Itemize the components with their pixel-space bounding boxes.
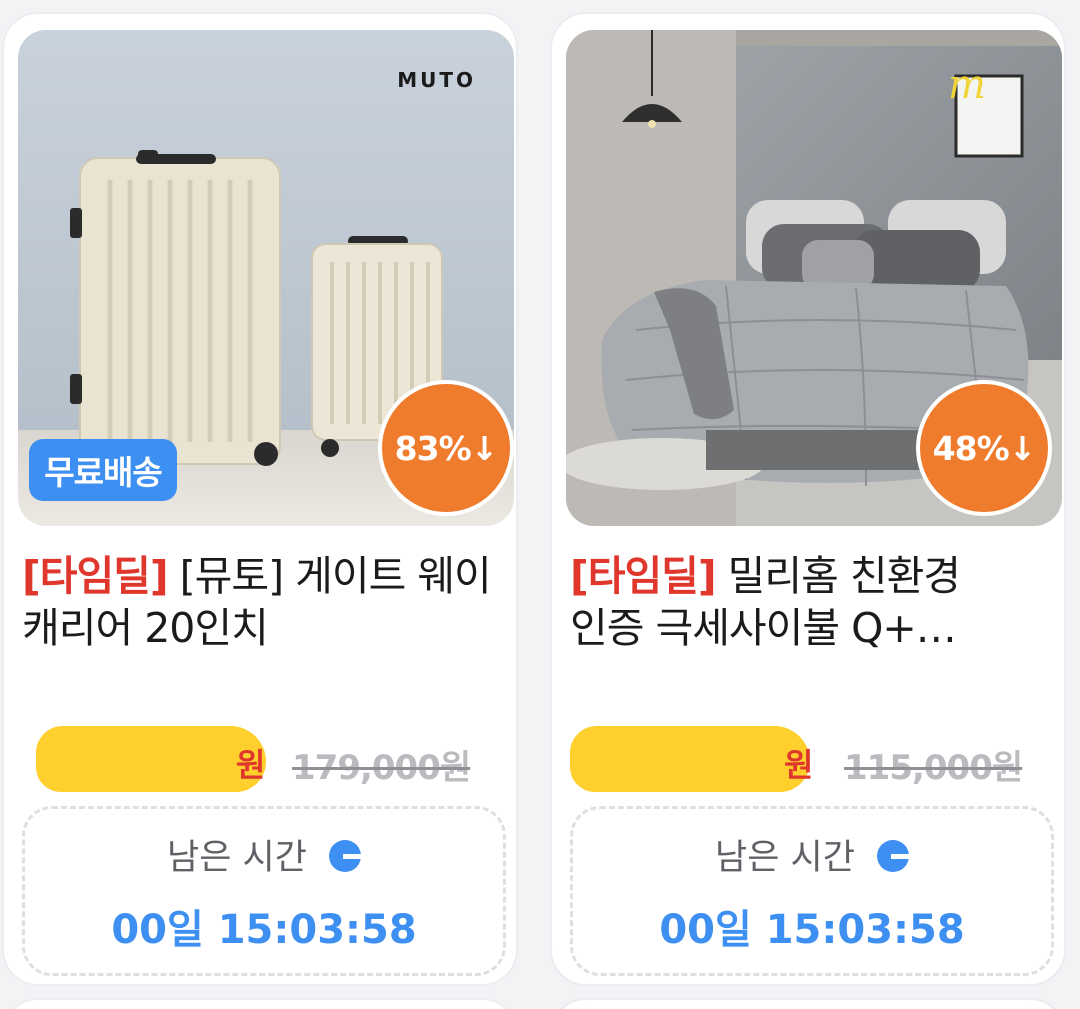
sale-price-unit: 원: [784, 746, 814, 784]
price-row: 원 115,000원: [570, 726, 1050, 796]
next-product-card-edge[interactable]: [552, 1000, 1064, 1009]
product-title[interactable]: [타임딜] 밀리홈 친환경 인증 극세사이불 Q+…: [570, 550, 1040, 654]
original-price: 115,000원: [844, 748, 1023, 788]
price-row: 원 179,000원: [22, 726, 502, 796]
product-grid: MUTO 무료배송 83%↓ [타임딜] [뮤토] 게이트 웨이 캐리어 20인…: [0, 0, 1080, 1009]
clock-icon: [328, 840, 361, 872]
product-card[interactable]: m 48%↓ [타임딜] 밀리홈 친환경 인증 극세사이불 Q+… 원 115,…: [552, 14, 1064, 984]
product-title[interactable]: [타임딜] [뮤토] 게이트 웨이 캐리어 20인치: [22, 550, 492, 654]
remaining-time-box: 남은 시간 00일 15:03:58: [570, 806, 1054, 976]
redacted-sale-price: [570, 726, 810, 792]
remaining-time-label-text: 남은 시간: [167, 838, 307, 878]
svg-text:m: m: [948, 62, 986, 108]
sale-price-unit: 원: [236, 746, 266, 784]
brand-logo: MUTO: [397, 68, 476, 92]
redacted-sale-price: [36, 726, 266, 792]
original-price: 179,000원: [292, 748, 471, 788]
next-product-card-edge[interactable]: [4, 1000, 516, 1009]
timedeal-tag: [타임딜]: [570, 552, 717, 600]
countdown-timer: 00일 15:03:58: [111, 907, 417, 953]
countdown-timer: 00일 15:03:58: [659, 907, 965, 953]
remaining-time-label-text: 남은 시간: [715, 838, 855, 878]
remaining-time-label: 남은 시간: [573, 829, 1051, 880]
free-shipping-badge: 무료배송: [29, 439, 177, 501]
discount-badge: 48%↓: [916, 380, 1052, 516]
remaining-time-box: 남은 시간 00일 15:03:58: [22, 806, 506, 976]
remaining-time-label: 남은 시간: [25, 829, 503, 880]
discount-badge: 83%↓: [378, 380, 514, 516]
clock-icon: [876, 840, 909, 872]
timedeal-tag: [타임딜]: [22, 552, 169, 600]
product-card[interactable]: MUTO 무료배송 83%↓ [타임딜] [뮤토] 게이트 웨이 캐리어 20인…: [4, 14, 516, 984]
